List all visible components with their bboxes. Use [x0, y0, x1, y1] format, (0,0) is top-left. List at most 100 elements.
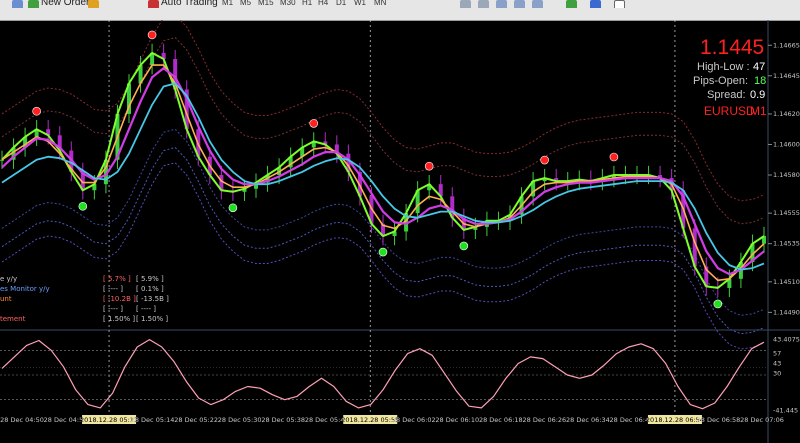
candlesticks: [0, 43, 766, 298]
pips-open-label: Pips-Open:: [693, 75, 749, 87]
time-tick-label: 28 Dec 05:30: [218, 416, 262, 424]
price-tick-label: 1.14510: [773, 278, 800, 286]
sell-signal-marker: [147, 30, 157, 40]
oscillator-tick-label: -41.445: [773, 406, 798, 414]
spread-label: Spread:: [707, 89, 746, 101]
chart-grid: [0, 20, 800, 443]
legend-indicator-name: unt: [0, 295, 12, 303]
tf-w1[interactable]: W1: [354, 0, 366, 8]
legend-actual-value: [ -10.2B ]: [103, 295, 136, 303]
symbol-label: EURUSD: [704, 104, 755, 118]
tf-h1[interactable]: H1: [302, 0, 312, 8]
oscillator-line: [1, 339, 765, 410]
price-tick-label: 1.14490: [773, 308, 800, 316]
candle-body: [0, 159, 4, 161]
high-low-label: High-Low :: [697, 61, 750, 73]
indicators-button[interactable]: [566, 0, 579, 8]
legend-indicator-name: e y/y: [0, 275, 18, 283]
legend-indicator-name: es Monitor y/y: [0, 285, 50, 293]
time-tick-label: 28 Dec 06:02: [392, 416, 436, 424]
sell-signal-marker: [609, 152, 619, 162]
chart-shift-button[interactable]: [532, 0, 545, 8]
periods-button[interactable]: [590, 0, 603, 8]
time-tick-label: 28 Dec 05:38: [261, 416, 305, 424]
time-highlight-label: 2018.12.28 05:55: [341, 416, 399, 424]
spread-value: 0.9: [750, 89, 766, 101]
oscillator-tick-label: 30: [773, 369, 781, 377]
price-tick-label: 1.14620: [773, 110, 800, 118]
current-price: 1.1445: [700, 36, 765, 59]
legend-previous-value: [ 5.9% ]: [136, 275, 164, 283]
oscillator-tick-label: 43: [773, 359, 781, 367]
high-low-value: 47: [753, 61, 766, 73]
price-tick-label: 1.14555: [773, 209, 800, 217]
auto-trading-button[interactable]: Auto Trading: [148, 0, 218, 8]
legend-previous-value: [ ---- ]: [136, 305, 157, 313]
time-tick-label: 28 Dec 04:50: [0, 416, 44, 424]
time-tick-label: 28 Dec 06:58: [697, 416, 741, 424]
tf-d1[interactable]: D1: [336, 0, 346, 8]
tile-windows-button[interactable]: [496, 0, 509, 8]
time-tick-label: 28 Dec 06:18: [479, 416, 523, 424]
legend-actual-value: [ ---- ]: [103, 285, 124, 293]
time-tick-label: 28 Dec 07:06: [740, 416, 784, 424]
template-icon: [614, 0, 625, 8]
legend-actual-value: [ ---- ]: [103, 305, 124, 313]
sell-signal-marker: [309, 119, 319, 128]
buy-signal-marker: [228, 203, 238, 213]
tf-h4[interactable]: H4: [318, 0, 328, 8]
buy-signal-marker: [459, 241, 469, 251]
templates-button[interactable]: [614, 0, 627, 8]
time-tick-label: 28 Dec 06:34: [566, 416, 610, 424]
buy-signal-marker: [378, 247, 388, 257]
time-tick-label: 28 Dec 05:14: [131, 416, 175, 424]
zoom-in-icon: [460, 0, 471, 8]
tf-mn[interactable]: MN: [374, 0, 386, 8]
price-tick-label: 1.14580: [773, 171, 800, 179]
legend-previous-value: [ 1.50% ]: [136, 315, 169, 323]
legend-actual-value: [ 1.50% ]: [103, 315, 136, 323]
zoom-in-button[interactable]: [460, 0, 473, 8]
tf-m1[interactable]: M1: [222, 0, 233, 8]
tf-m5[interactable]: M5: [240, 0, 251, 8]
new-order-button[interactable]: New Order: [28, 0, 89, 8]
oscillator-panel: 43.4075 5743 30 -41.445: [0, 336, 800, 414]
pips-open-value: 18: [754, 75, 767, 87]
buy-signal-marker: [713, 299, 723, 309]
autoscroll-button[interactable]: [514, 0, 527, 8]
sell-signal-marker: [540, 155, 549, 165]
shift-icon: [532, 0, 543, 8]
buy-signal-marker: [78, 201, 88, 211]
timeframe-label: M1: [750, 104, 767, 118]
time-tick-label: 28 Dec 06:10: [435, 416, 479, 424]
legend-previous-value: [ 0.1% ]: [136, 285, 164, 293]
price-tick-label: 1.14535: [773, 240, 800, 248]
plus-icon: [28, 0, 39, 8]
time-tick-label: 28 Dec 06:26: [522, 416, 566, 424]
time-tick-label: 28 Dec 05:22: [174, 416, 218, 424]
tf-m30[interactable]: M30: [280, 0, 296, 8]
legend-actual-value: [ 5.7% ]: [103, 275, 131, 283]
time-axis: 28 Dec 04:50 28 Dec 04:582018.12.28 05:11…: [0, 415, 784, 424]
sell-signal-marker: [32, 106, 41, 116]
toolbar-icon-group[interactable]: [12, 0, 25, 8]
indicators-icon: [566, 0, 577, 8]
history-button[interactable]: [88, 0, 101, 8]
new-order-label: New Order: [41, 0, 90, 8]
price-tick-label: 1.14665: [773, 41, 800, 49]
legend-previous-value: [ -13.5B ]: [136, 295, 169, 303]
time-highlight-label: 2018.12.28 05:11: [80, 416, 138, 424]
clock-icon: [590, 0, 601, 8]
stop-icon: [148, 0, 159, 8]
zoom-out-button[interactable]: [478, 0, 491, 8]
time-highlight-label: 2018.12.28 06:54: [646, 416, 704, 424]
tile-icon: [496, 0, 507, 8]
tf-m15[interactable]: M15: [258, 0, 274, 8]
diamond-icon: [88, 0, 99, 8]
chart-canvas[interactable]: 1.14665 1.14645 1.14620 1.14600 1.14580 1.145…: [0, 20, 800, 443]
chart-icon: [12, 0, 23, 8]
price-tick-label: 1.14645: [773, 72, 800, 80]
autoscroll-icon: [514, 0, 525, 8]
auto-trading-label: Auto Trading: [161, 0, 218, 8]
legend-indicator-name: tement: [0, 315, 26, 323]
